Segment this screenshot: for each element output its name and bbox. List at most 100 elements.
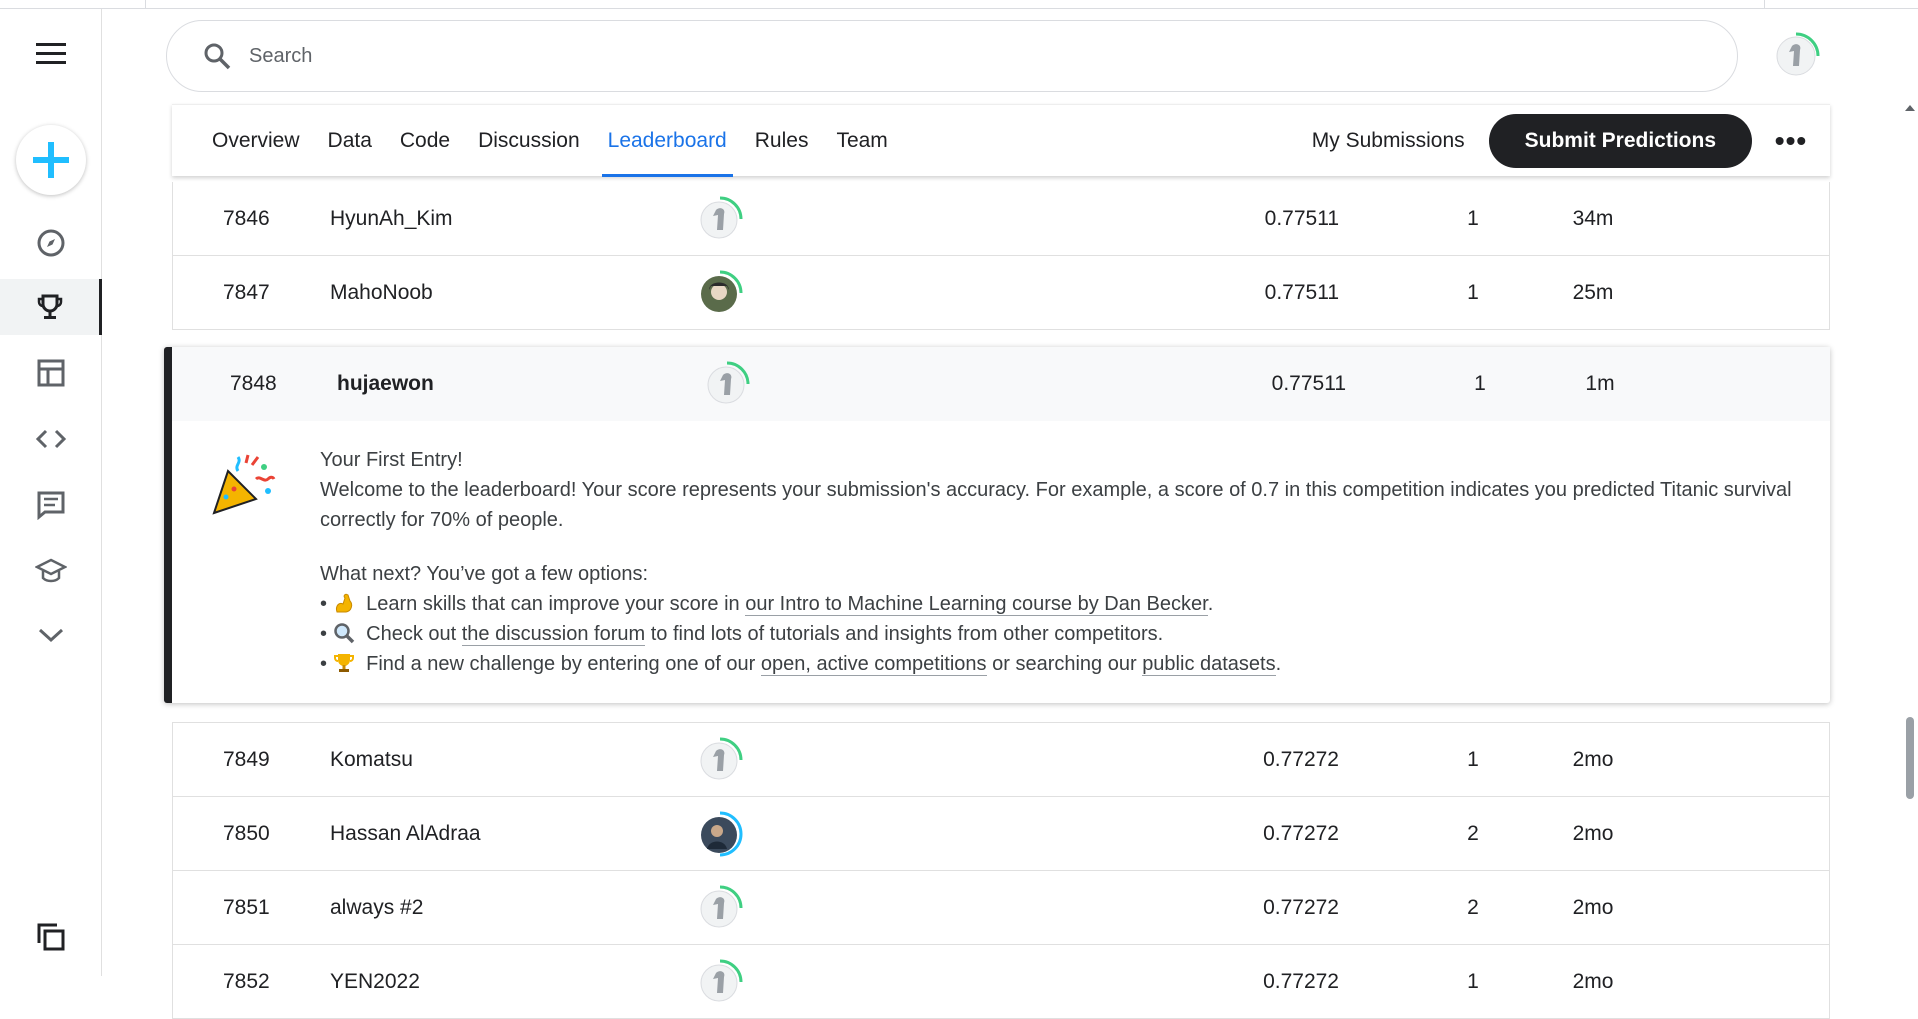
discussion-forum-link[interactable]: the discussion forum xyxy=(461,623,646,646)
bullet: • xyxy=(320,593,328,615)
rank-cell: 7851 xyxy=(223,896,270,919)
option-challenge-end: . xyxy=(1275,653,1282,675)
entries-cell: 2 xyxy=(1467,822,1479,845)
active-competitions-link[interactable]: open, active competitions xyxy=(760,653,987,676)
your-entry-card: 7848 hujaewon 0.77511 1 1m Your First En… xyxy=(164,347,1830,703)
nav-learn[interactable] xyxy=(0,543,102,599)
last-submission-cell: 2mo xyxy=(1572,822,1614,845)
trophy-icon xyxy=(37,294,62,319)
rank-cell: 7846 xyxy=(223,207,270,230)
browser-tab-edge xyxy=(145,0,1765,9)
nav-code[interactable] xyxy=(0,411,102,467)
team-avatar[interactable] xyxy=(697,811,743,857)
nav-explore[interactable] xyxy=(0,215,102,271)
option-discuss-end: to find lots of tutorials and insights f… xyxy=(645,623,1164,645)
score-cell: 0.77272 xyxy=(1263,970,1339,993)
nav-datasets[interactable] xyxy=(0,345,102,401)
option-learn-end: . xyxy=(1207,593,1214,615)
rank-cell: 7852 xyxy=(223,970,270,993)
last-submission-cell: 2mo xyxy=(1572,896,1614,919)
tab-discussion[interactable]: Discussion xyxy=(464,105,594,177)
team-name-cell[interactable]: YEN2022 xyxy=(330,945,420,1019)
team-avatar[interactable] xyxy=(697,196,743,242)
hamburger-menu-icon xyxy=(36,43,66,64)
menu-button[interactable] xyxy=(0,26,102,82)
search-icon xyxy=(204,43,231,70)
tab-overview[interactable]: Overview xyxy=(172,105,314,177)
score-cell: 0.77511 xyxy=(1271,372,1346,395)
table-row[interactable]: 7850 Hassan AlAdraa 0.77272 2 2mo xyxy=(173,797,1829,871)
trophy-emoji-icon xyxy=(333,654,354,672)
table-row[interactable]: 7846 HyunAh_Kim 0.77511 1 34m xyxy=(173,182,1829,256)
left-nav-rail xyxy=(0,9,102,976)
option-discuss-text: Check out xyxy=(366,623,462,645)
public-datasets-link[interactable]: public datasets xyxy=(1142,653,1276,676)
option-learn-text: Learn skills that can improve your score… xyxy=(366,593,746,615)
team-avatar[interactable] xyxy=(697,885,743,931)
tab-data[interactable]: Data xyxy=(314,105,386,177)
team-name-cell[interactable]: always #2 xyxy=(330,871,423,945)
nav-competitions[interactable] xyxy=(0,279,102,335)
more-options-button[interactable]: ••• xyxy=(1752,126,1830,154)
search-bar[interactable] xyxy=(166,20,1738,92)
team-name-cell[interactable]: hujaewon xyxy=(337,347,434,421)
team-name-cell[interactable]: Komatsu xyxy=(330,723,413,797)
table-row[interactable]: 7849 Komatsu 0.77272 1 2mo xyxy=(173,723,1829,797)
table-icon xyxy=(37,359,65,387)
stacked-pages-icon xyxy=(37,923,65,951)
my-submissions-link[interactable]: My Submissions xyxy=(1288,129,1489,153)
entries-cell: 1 xyxy=(1467,281,1479,304)
comment-icon xyxy=(37,491,65,520)
tab-team[interactable]: Team xyxy=(822,105,901,177)
table-row[interactable]: 7847 MahoNoob 0.77511 1 25m xyxy=(173,256,1829,330)
nav-more[interactable] xyxy=(0,607,102,663)
team-avatar[interactable] xyxy=(704,361,750,407)
flexed-biceps-icon xyxy=(335,593,352,613)
team-name-cell[interactable]: Hassan AlAdraa xyxy=(330,797,481,871)
message-gap xyxy=(320,535,1800,559)
last-submission-cell: 34m xyxy=(1572,207,1614,230)
rank-cell: 7849 xyxy=(223,748,270,771)
bullet: • xyxy=(320,623,328,645)
score-cell: 0.77511 xyxy=(1264,207,1339,230)
submit-predictions-button[interactable]: Submit Predictions xyxy=(1488,113,1752,168)
entries-cell: 2 xyxy=(1467,896,1479,919)
rank-cell: 7850 xyxy=(223,822,270,845)
entries-cell: 1 xyxy=(1467,748,1479,771)
team-avatar[interactable] xyxy=(697,270,743,316)
score-cell: 0.77272 xyxy=(1263,822,1339,845)
entries-cell: 1 xyxy=(1467,970,1479,993)
my-table-row[interactable]: 7848 hujaewon 0.77511 1 1m xyxy=(172,347,1830,421)
team-name-cell[interactable]: MahoNoob xyxy=(330,256,433,330)
last-submission-cell: 2mo xyxy=(1572,748,1614,771)
compass-icon xyxy=(37,229,65,257)
message-title: Your First Entry! xyxy=(320,449,463,471)
team-avatar[interactable] xyxy=(697,737,743,783)
score-cell: 0.77272 xyxy=(1263,896,1339,919)
tab-code[interactable]: Code xyxy=(386,105,464,177)
nav-discussions[interactable] xyxy=(0,477,102,533)
first-entry-message: Your First Entry! Welcome to the leaderb… xyxy=(320,445,1800,679)
leaderboard-table-below: 7849 Komatsu 0.77272 1 2mo 7850 Hassan A… xyxy=(172,722,1830,1019)
last-submission-cell: 2mo xyxy=(1572,970,1614,993)
table-row[interactable]: 7851 always #2 0.77272 2 2mo xyxy=(173,871,1829,945)
create-button[interactable] xyxy=(16,125,86,195)
competition-tab-bar: Overview Data Code Discussion Leaderboar… xyxy=(172,104,1830,177)
user-avatar[interactable] xyxy=(1772,32,1820,80)
scroll-up-arrow-icon[interactable] xyxy=(1905,105,1915,111)
search-input[interactable] xyxy=(249,44,1649,68)
rank-cell: 7848 xyxy=(230,372,277,395)
tab-leaderboard[interactable]: Leaderboard xyxy=(594,105,741,177)
scrollbar-thumb[interactable] xyxy=(1906,717,1914,799)
option-challenge-text: Find a new challenge by entering one of … xyxy=(366,653,761,675)
table-row[interactable]: 7852 YEN2022 0.77272 1 2mo xyxy=(173,945,1829,1019)
tab-rules[interactable]: Rules xyxy=(741,105,823,177)
team-avatar[interactable] xyxy=(697,959,743,1005)
nav-recently-viewed[interactable] xyxy=(0,909,102,965)
score-cell: 0.77272 xyxy=(1263,748,1339,771)
option-challenge: • Find a new challenge by entering one o… xyxy=(320,649,1800,679)
team-name-cell[interactable]: HyunAh_Kim xyxy=(330,182,453,256)
page-scrollbar[interactable] xyxy=(1904,105,1918,976)
message-next: What next? You’ve got a few options: xyxy=(320,563,648,585)
intro-ml-course-link[interactable]: our Intro to Machine Learning course by … xyxy=(745,593,1208,616)
